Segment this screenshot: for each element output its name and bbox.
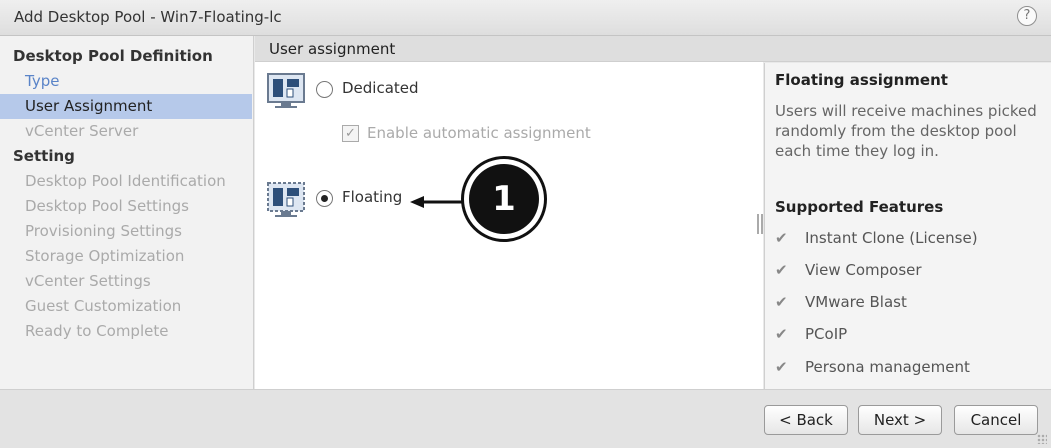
floating-pool-icon <box>267 182 305 217</box>
nav-step-storage-optimization: Storage Optimization <box>25 247 185 265</box>
enable-automatic-assignment-checkbox[interactable]: ✓ <box>342 125 359 142</box>
nav-step-ready-to-complete: Ready to Complete <box>25 322 169 340</box>
nav-step-guest-customization: Guest Customization <box>25 297 182 315</box>
info-panel: Floating assignment Users will receive m… <box>764 63 1051 389</box>
supported-features-title: Supported Features <box>775 198 944 216</box>
feature-item: ✔ View Composer <box>775 261 922 283</box>
dialog-footer: < Back Next > Cancel <box>0 389 1051 448</box>
checkmark-icon: ✔ <box>775 358 788 376</box>
callout-badge: 1 <box>461 156 547 242</box>
back-button[interactable]: < Back <box>764 405 848 435</box>
dedicated-radio[interactable] <box>316 81 333 98</box>
feature-label: Instant Clone (License) <box>805 229 978 247</box>
nav-step-vcenter-settings: vCenter Settings <box>25 272 151 290</box>
resize-grip-icon[interactable] <box>1037 434 1047 444</box>
info-panel-description: Users will receive machines picked rando… <box>775 102 1037 160</box>
cancel-button[interactable]: Cancel <box>954 405 1038 435</box>
panel-splitter-handle[interactable] <box>757 214 763 234</box>
floating-radio[interactable] <box>316 190 333 207</box>
callout-number: 1 <box>469 164 539 234</box>
feature-item: ✔ Instant Clone (License) <box>775 229 978 251</box>
feature-label: PCoIP <box>805 325 848 343</box>
feature-label: Persona management <box>805 358 970 376</box>
nav-step-type[interactable]: Type <box>0 69 253 94</box>
callout-arrow-icon <box>410 196 465 208</box>
feature-item: ✔ PCoIP <box>775 325 847 347</box>
feature-label: VMware Blast <box>805 293 907 311</box>
nav-group-setting: Setting <box>13 147 75 165</box>
nav-group-desktop-pool-definition: Desktop Pool Definition <box>13 47 213 65</box>
enable-automatic-assignment-label: Enable automatic assignment <box>367 124 591 142</box>
dialog-titlebar: Add Desktop Pool - Win7-Floating-lc ? <box>0 0 1051 36</box>
feature-item: ✔ VMware Blast <box>775 293 907 315</box>
next-button[interactable]: Next > <box>858 405 942 435</box>
feature-label: View Composer <box>805 261 922 279</box>
floating-label[interactable]: Floating <box>342 188 402 206</box>
nav-step-desktop-pool-settings: Desktop Pool Settings <box>25 197 189 215</box>
checkmark-icon: ✔ <box>775 229 788 247</box>
dialog-title: Add Desktop Pool - Win7-Floating-lc <box>14 8 282 26</box>
info-panel-title: Floating assignment <box>775 71 948 89</box>
nav-step-desktop-pool-identification: Desktop Pool Identification <box>25 172 226 190</box>
dedicated-pool-icon <box>267 73 305 108</box>
nav-step-user-assignment[interactable]: User Assignment <box>0 94 252 119</box>
checkmark-icon: ✔ <box>775 325 788 343</box>
wizard-steps-nav: Desktop Pool Definition Type User Assign… <box>0 36 254 389</box>
section-title: User assignment <box>255 36 1051 62</box>
nav-step-vcenter-server: vCenter Server <box>25 122 139 140</box>
dedicated-label[interactable]: Dedicated <box>342 79 419 97</box>
checkmark-icon: ✔ <box>775 293 788 311</box>
nav-step-provisioning-settings: Provisioning Settings <box>25 222 182 240</box>
help-icon[interactable]: ? <box>1017 6 1037 26</box>
feature-item: ✔ Persona management <box>775 358 970 380</box>
checkmark-icon: ✔ <box>775 261 788 279</box>
